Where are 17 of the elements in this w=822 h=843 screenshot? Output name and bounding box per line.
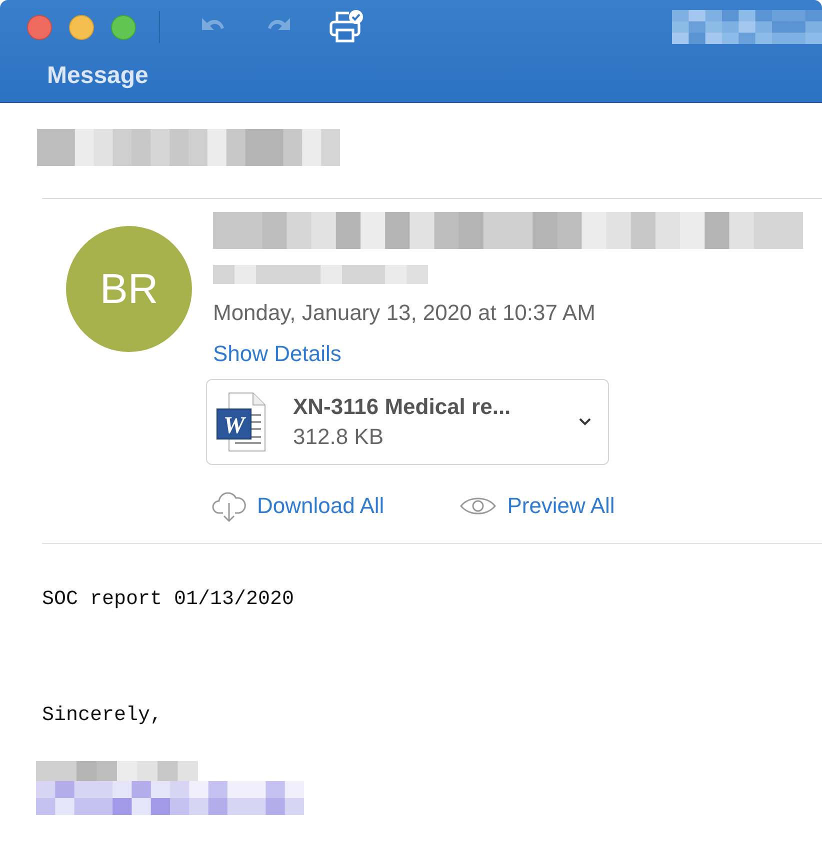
message-date: Monday, January 13, 2020 at 10:37 AM xyxy=(213,300,596,326)
sender-avatar: BR xyxy=(66,226,192,352)
chevron-down-icon[interactable] xyxy=(578,417,592,427)
body-text: SOC report 01/13/2020 xyxy=(42,588,296,611)
minimize-button[interactable] xyxy=(69,14,94,40)
attachment-size: 312.8 KB xyxy=(293,424,385,450)
toolbar-title: Message xyxy=(47,62,150,90)
zoom-button[interactable] xyxy=(111,14,136,40)
attachment-card[interactable]: W XN-3116 Medical re... 312.8 KB xyxy=(206,379,609,465)
attachment-name: XN-3116 Medical re... xyxy=(293,394,512,420)
preview-all-link[interactable]: Preview All xyxy=(459,489,615,523)
eye-icon xyxy=(459,495,498,517)
show-details-link[interactable]: Show Details xyxy=(213,341,342,367)
body-text: Sincerely, xyxy=(42,704,164,727)
printer-icon[interactable] xyxy=(328,9,364,45)
download-all-link[interactable]: Download All xyxy=(211,489,384,523)
close-button[interactable] xyxy=(27,14,52,40)
